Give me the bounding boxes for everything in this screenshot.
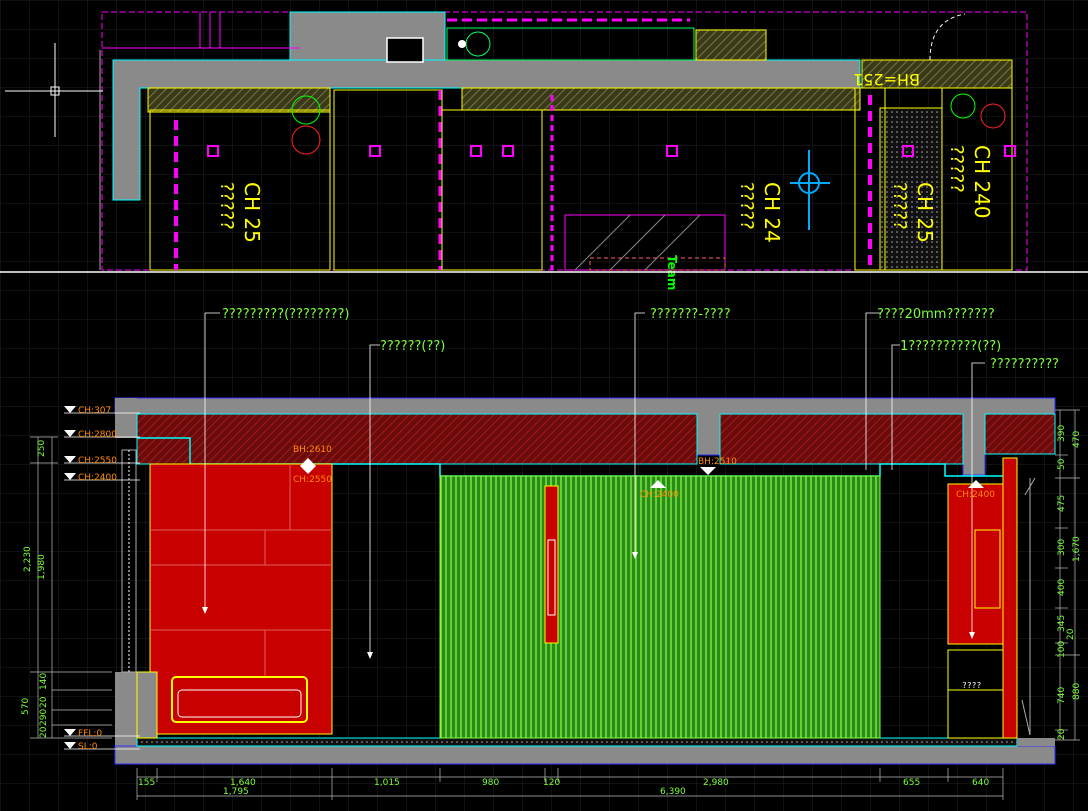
dim-left: 140 xyxy=(39,673,49,690)
svg-text:CH 25: CH 25 xyxy=(240,182,264,243)
svg-text:CH 240: CH 240 xyxy=(970,145,994,219)
floor-finish xyxy=(136,737,1018,747)
svg-text:CH:2400: CH:2400 xyxy=(956,490,995,500)
cabinet-label: ???? xyxy=(962,681,981,690)
svg-text:?????: ????? xyxy=(216,182,237,230)
dim-left: 20 xyxy=(39,696,49,708)
green-slat-panel xyxy=(439,475,881,739)
plan-hatch xyxy=(695,29,767,61)
svg-text:?????: ????? xyxy=(736,182,757,230)
dim-right: 400 xyxy=(1057,579,1067,596)
dim-right: 1,670 xyxy=(1072,536,1082,562)
plan-window xyxy=(386,37,424,63)
ceiling-void xyxy=(719,413,964,465)
dim-right: 740 xyxy=(1057,687,1067,704)
dim-right: 300 xyxy=(1057,539,1067,556)
svg-text:?????: ????? xyxy=(889,182,910,230)
dim-right: 470 xyxy=(1072,431,1082,448)
dim-left: 20 xyxy=(39,726,49,738)
svg-text:BH:2510: BH:2510 xyxy=(698,457,737,467)
svg-text:CH 25: CH 25 xyxy=(913,182,937,243)
right-wall xyxy=(1017,738,1055,746)
ceiling-void xyxy=(136,413,698,465)
dim-bottom: 2,980 xyxy=(703,778,729,788)
svg-text:CH:2400: CH:2400 xyxy=(78,473,117,483)
dim-left: 570 xyxy=(21,698,31,715)
svg-text:CH:307: CH:307 xyxy=(78,406,111,416)
callout-text: ?????????? xyxy=(990,357,1059,372)
svg-text:CH:2400: CH:2400 xyxy=(640,490,679,500)
dim-bottom: 655 xyxy=(903,778,920,788)
dim-left: 290 xyxy=(39,709,49,726)
dim-left: 250 xyxy=(37,440,47,457)
dim-left: 2,230 xyxy=(23,546,33,572)
dim-bottom: 6,390 xyxy=(660,787,686,797)
plan-stamp: BH=251 xyxy=(853,70,920,89)
svg-text:SL:0: SL:0 xyxy=(78,742,98,752)
dim-right: 880 xyxy=(1072,683,1082,700)
plan-hatch xyxy=(147,87,331,113)
dim-right: 20 xyxy=(1057,728,1067,740)
right-cabinet-panel xyxy=(1002,457,1018,739)
dim-bottom: 120 xyxy=(543,778,560,788)
dim-bottom: 1,015 xyxy=(374,778,400,788)
dim-bottom: 980 xyxy=(482,778,499,788)
svg-text:CH 24: CH 24 xyxy=(760,182,784,243)
callout-text: ??????(??) xyxy=(380,339,445,354)
svg-text:BH:2610: BH:2610 xyxy=(293,445,332,455)
callout-text: 1??????????(??) xyxy=(900,339,1001,354)
plan-hatch xyxy=(461,87,861,111)
cad-drawing[interactable]: BH=251 Team CH 25 ????? CH 24 ????? CH 2… xyxy=(0,0,1088,811)
callout-text: ?????????(????????) xyxy=(222,307,349,322)
dim-right: 50 xyxy=(1057,458,1067,470)
plan-fixture xyxy=(458,40,466,48)
dim-bottom: 155 xyxy=(138,778,155,788)
bench xyxy=(171,676,308,723)
svg-text:?????: ????? xyxy=(946,145,967,193)
dim-right: 100 xyxy=(1057,641,1067,658)
callout-text: ????20mm??????? xyxy=(877,307,995,322)
red-strip xyxy=(544,485,559,644)
dim-right: 20 xyxy=(1066,628,1076,640)
svg-text:CH:2550: CH:2550 xyxy=(78,456,117,466)
dim-right: 475 xyxy=(1057,495,1067,512)
lower-cabinet xyxy=(947,649,1004,739)
left-wall xyxy=(115,398,137,438)
dim-left: 1,980 xyxy=(37,554,47,580)
svg-text:FFL:0: FFL:0 xyxy=(78,729,102,739)
svg-text:CH:2550: CH:2550 xyxy=(293,475,332,485)
bench-base xyxy=(136,671,158,739)
floor-slab xyxy=(114,745,1056,765)
svg-text:CH:2800: CH:2800 xyxy=(78,430,117,440)
ceiling-void xyxy=(984,413,1056,455)
dim-bottom: 1,795 xyxy=(223,787,249,797)
dim-bottom: 640 xyxy=(972,778,989,788)
dim-right: 390 xyxy=(1057,425,1067,442)
callout-text: ???????-???? xyxy=(650,307,731,322)
